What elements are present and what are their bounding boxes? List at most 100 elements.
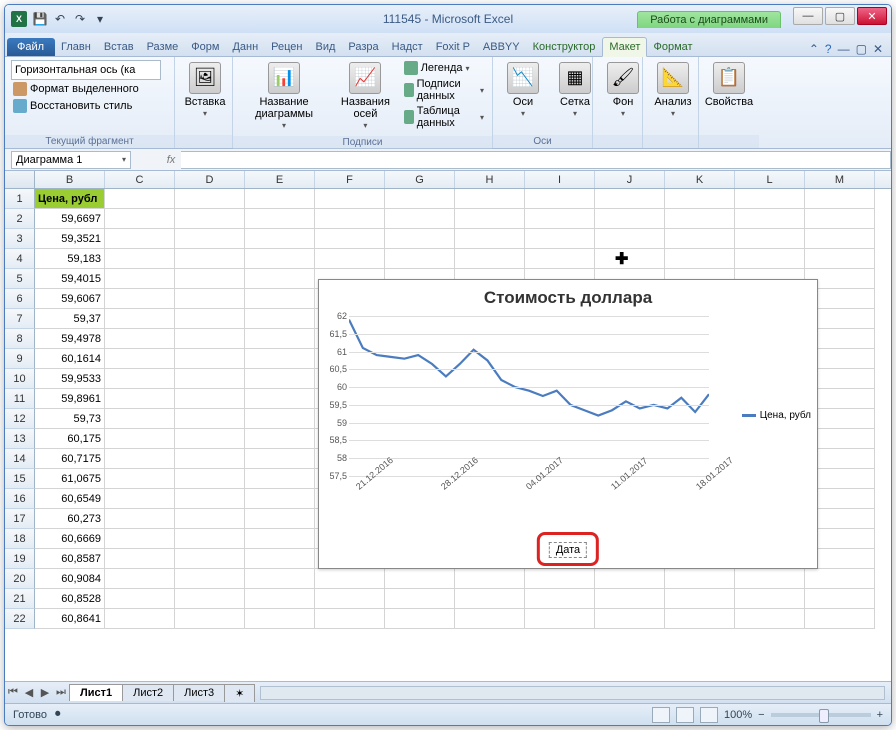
cell[interactable] (175, 329, 245, 349)
cell[interactable] (175, 269, 245, 289)
line-series[interactable] (349, 316, 709, 476)
worksheet-grid[interactable]: B C D E F G H I J K L M 1Цена, рубл259,6… (5, 171, 891, 681)
cell[interactable] (385, 209, 455, 229)
page-break-view-button[interactable] (700, 707, 718, 723)
cell[interactable] (245, 449, 315, 469)
cell[interactable]: 59,183 (35, 249, 105, 269)
cell[interactable] (385, 189, 455, 209)
cell[interactable] (245, 409, 315, 429)
zoom-in-button[interactable]: + (877, 709, 883, 721)
data-table-button[interactable]: Таблица данных ▾ (402, 104, 486, 130)
tab-developer[interactable]: Разра (342, 38, 385, 56)
cell[interactable] (245, 429, 315, 449)
cell[interactable] (175, 529, 245, 549)
tab-view[interactable]: Вид (310, 38, 343, 56)
tab-format[interactable]: Формат (647, 38, 699, 56)
cell[interactable] (665, 209, 735, 229)
cell[interactable] (105, 369, 175, 389)
cell[interactable]: 59,8961 (35, 389, 105, 409)
cell[interactable] (315, 569, 385, 589)
cell[interactable] (245, 529, 315, 549)
cell[interactable]: 59,4978 (35, 329, 105, 349)
cell[interactable] (735, 209, 805, 229)
cell[interactable] (105, 289, 175, 309)
cell[interactable] (455, 229, 525, 249)
cell[interactable] (665, 189, 735, 209)
qat-more-icon[interactable]: ▾ (91, 10, 109, 28)
cell[interactable] (525, 609, 595, 629)
cell[interactable]: 59,3521 (35, 229, 105, 249)
cell[interactable]: 60,1614 (35, 349, 105, 369)
format-selection-button[interactable]: Формат выделенного (11, 81, 168, 97)
cell[interactable]: 60,6669 (35, 529, 105, 549)
cell[interactable] (315, 609, 385, 629)
cell[interactable]: 59,73 (35, 409, 105, 429)
properties-button[interactable]: 📋Свойства (705, 60, 753, 110)
cell[interactable] (385, 249, 455, 269)
cell[interactable] (175, 249, 245, 269)
cell[interactable] (175, 289, 245, 309)
cell[interactable] (595, 209, 665, 229)
cell[interactable] (525, 249, 595, 269)
cell[interactable] (805, 569, 875, 589)
chart-legend[interactable]: Цена, рубл (742, 410, 811, 421)
tab-insert[interactable]: Встав (98, 38, 141, 56)
cell[interactable] (455, 209, 525, 229)
cell[interactable] (175, 209, 245, 229)
cell[interactable]: 59,37 (35, 309, 105, 329)
cell[interactable] (665, 569, 735, 589)
cell[interactable] (385, 609, 455, 629)
cell[interactable] (805, 209, 875, 229)
sheet-tab[interactable]: Лист1 (69, 684, 123, 701)
cell[interactable] (805, 249, 875, 269)
col-header[interactable]: E (245, 171, 315, 188)
cell[interactable]: Цена, рубл (35, 189, 105, 209)
cell[interactable] (175, 369, 245, 389)
cell[interactable] (245, 609, 315, 629)
cell[interactable] (175, 389, 245, 409)
cell[interactable]: 61,0675 (35, 469, 105, 489)
cell[interactable] (385, 569, 455, 589)
cell[interactable] (245, 489, 315, 509)
cell[interactable] (525, 589, 595, 609)
fx-icon[interactable]: fx (161, 154, 181, 166)
help-icon[interactable]: ? (825, 42, 832, 56)
cell[interactable] (105, 409, 175, 429)
row-header[interactable]: 19 (5, 549, 35, 569)
reset-style-button[interactable]: Восстановить стиль (11, 98, 168, 114)
cell[interactable] (105, 449, 175, 469)
cell[interactable] (525, 209, 595, 229)
cell[interactable] (175, 189, 245, 209)
cell[interactable] (175, 449, 245, 469)
x-axis[interactable]: 21.12.201628.12.201604.01.201711.01.2017… (349, 478, 709, 514)
cell[interactable] (665, 589, 735, 609)
cell[interactable] (245, 249, 315, 269)
cell[interactable] (245, 469, 315, 489)
cell[interactable] (595, 229, 665, 249)
cell[interactable] (175, 569, 245, 589)
workbook-restore-icon[interactable]: ▢ (856, 42, 867, 56)
cell[interactable] (175, 549, 245, 569)
cell[interactable] (105, 509, 175, 529)
name-box[interactable]: Диаграмма 1▾ (11, 151, 131, 169)
row-header[interactable]: 22 (5, 609, 35, 629)
cell[interactable] (105, 549, 175, 569)
cell[interactable] (175, 349, 245, 369)
cell[interactable] (805, 589, 875, 609)
cell[interactable] (525, 229, 595, 249)
gridlines-button[interactable]: ▦Сетка▾ (551, 60, 599, 121)
cell[interactable] (175, 309, 245, 329)
cell[interactable] (245, 549, 315, 569)
minimize-ribbon-icon[interactable]: ⌃ (809, 42, 819, 56)
row-header[interactable]: 1 (5, 189, 35, 209)
cell[interactable] (665, 229, 735, 249)
cell[interactable] (595, 569, 665, 589)
new-sheet-button[interactable]: ✶ (224, 684, 255, 702)
col-header[interactable]: L (735, 171, 805, 188)
tab-addins[interactable]: Надст (386, 38, 430, 56)
row-header[interactable]: 17 (5, 509, 35, 529)
cell[interactable] (105, 309, 175, 329)
cell[interactable] (665, 249, 735, 269)
macro-record-icon[interactable]: ⏺ (55, 708, 61, 721)
row-header[interactable]: 6 (5, 289, 35, 309)
